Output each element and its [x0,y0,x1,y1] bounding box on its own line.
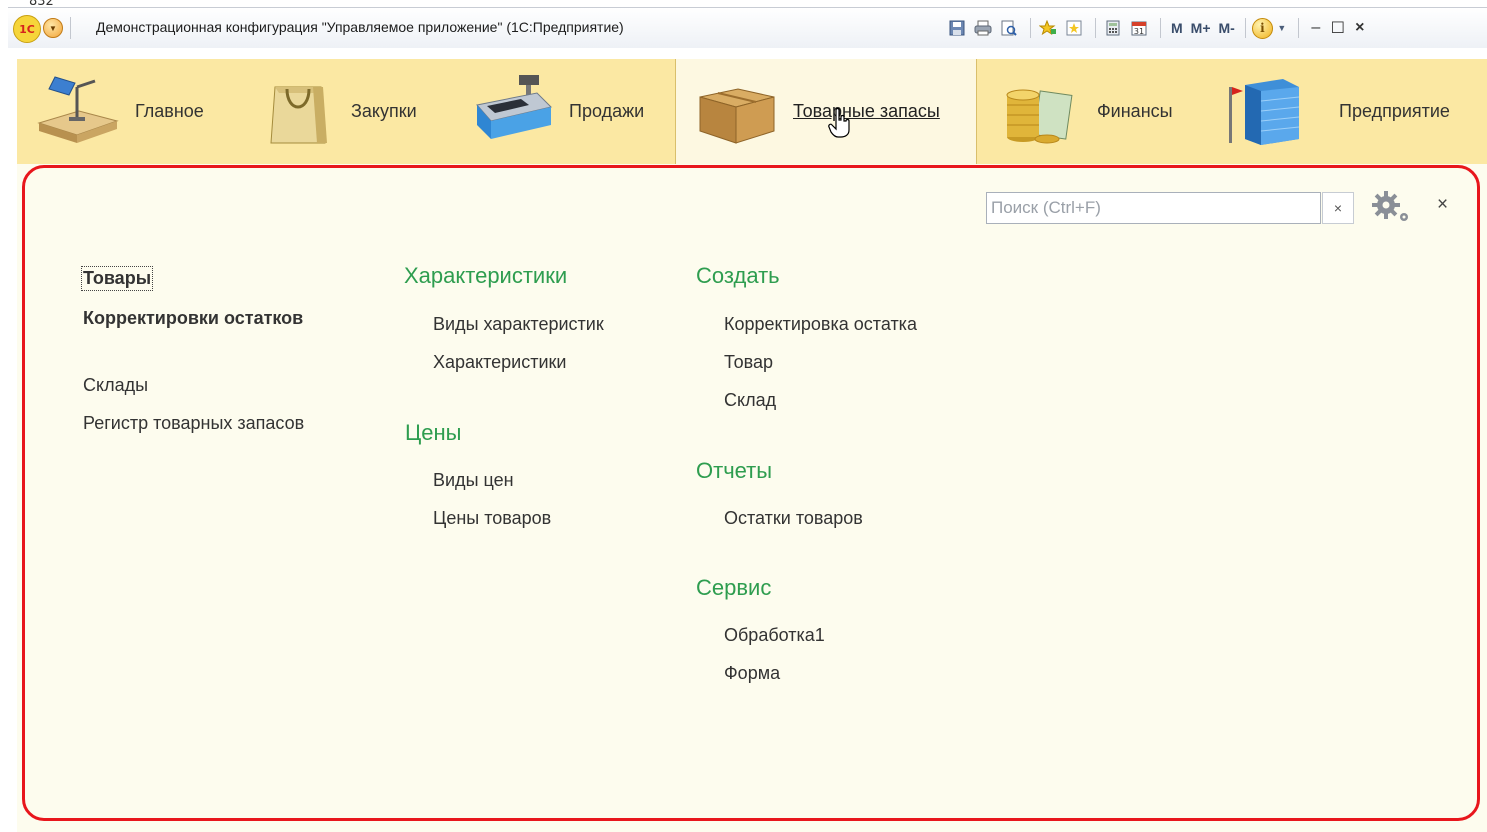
section-sales[interactable]: Продажи [471,59,675,164]
section-finance[interactable]: Финансы [975,59,1195,164]
preview-icon[interactable] [998,17,1020,39]
link-product-prices[interactable]: Цены товаров [433,508,551,529]
section-inventory[interactable]: Товарные запасы [675,59,977,164]
link-price-types[interactable]: Виды цен [433,470,514,491]
cash-register-icon [471,73,555,152]
section-label: Продажи [569,101,645,121]
favorites-add-icon[interactable] [1037,17,1059,39]
shopping-bag-icon [265,73,331,152]
link-create-adjustment[interactable]: Корректировка остатка [724,314,917,335]
section-label: Главное [135,101,204,121]
desk-lamp-icon [35,73,119,152]
link-processing1[interactable]: Обработка1 [724,625,825,646]
print-icon[interactable] [972,17,994,39]
search-input[interactable]: Поиск (Ctrl+F) [986,192,1321,224]
hand-cursor-icon [828,107,852,143]
toolbar-separator [1160,18,1161,38]
link-create-warehouse[interactable]: Склад [724,390,776,411]
close-window-icon[interactable]: × [1349,19,1371,37]
building-icon [1225,73,1301,152]
toolbar-separator [1030,18,1031,38]
maximize-icon[interactable]: ☐ [1327,18,1349,38]
title-separator [70,17,71,39]
section-label: Товарные запасы [793,101,940,121]
group-title-reports: Отчеты [696,458,773,483]
section-purchases[interactable]: Закупки [257,59,471,164]
gear-icon[interactable] [1370,189,1414,225]
window-title: Демонстрационная конфигурация "Управляем… [96,19,624,35]
save-icon[interactable] [946,17,968,39]
group-title-characteristics: Характеристики [404,263,568,288]
section-enterprise[interactable]: Предприятие [1195,59,1487,164]
group-title-create: Создать [696,263,780,288]
close-panel-button[interactable]: × [1437,194,1448,216]
svg-text:31: 31 [1134,27,1144,36]
info-icon[interactable]: i [1251,17,1273,39]
link-warehouses[interactable]: Склады [83,375,148,396]
link-characteristics[interactable]: Характеристики [433,352,566,373]
section-main[interactable]: Главное [17,59,257,164]
memory-store-button[interactable]: M [1167,17,1187,39]
section-label: Закупки [351,101,417,121]
main-menu-icon[interactable]: ▼ [43,18,63,38]
link-characteristic-types[interactable]: Виды характеристик [433,314,604,335]
toolbar-separator [1297,18,1299,38]
link-balance-adjustments[interactable]: Корректировки остатков [83,308,303,329]
title-bar: 1С ▼ Демонстрационная конфигурация "Упра… [8,7,1487,48]
1c-logo-icon[interactable]: 1С [13,15,41,43]
section-label: Финансы [1097,101,1173,121]
link-inventory-register[interactable]: Регистр товарных запасов [83,413,304,434]
favorites-icon[interactable] [1063,17,1085,39]
memory-add-button[interactable]: M+ [1187,17,1215,39]
link-report-stock[interactable]: Остатки товаров [724,508,863,529]
calculator-icon[interactable] [1102,17,1124,39]
link-products[interactable]: Товары [80,266,154,291]
box-icon [696,73,776,152]
section-label: Предприятие [1339,101,1450,121]
sections-panel: Главное Закупки Продажи Товарные запасы … [17,59,1487,165]
memory-subtract-button[interactable]: M- [1215,17,1239,39]
link-form[interactable]: Форма [724,663,780,684]
group-title-service: Сервис [696,575,772,600]
title-toolbar: 31 M M+ M- i ▼ – ☐ × [946,15,1371,41]
minimize-icon[interactable]: – [1305,19,1327,37]
link-create-product[interactable]: Товар [724,352,773,373]
search-clear-button[interactable]: × [1322,192,1354,224]
group-title-prices: Цены [405,420,462,445]
toolbar-separator [1244,18,1246,38]
info-dropdown-icon[interactable]: ▼ [1276,17,1288,39]
calendar-icon[interactable]: 31 [1128,17,1150,39]
coins-icon [1003,73,1073,152]
toolbar-separator [1095,18,1096,38]
